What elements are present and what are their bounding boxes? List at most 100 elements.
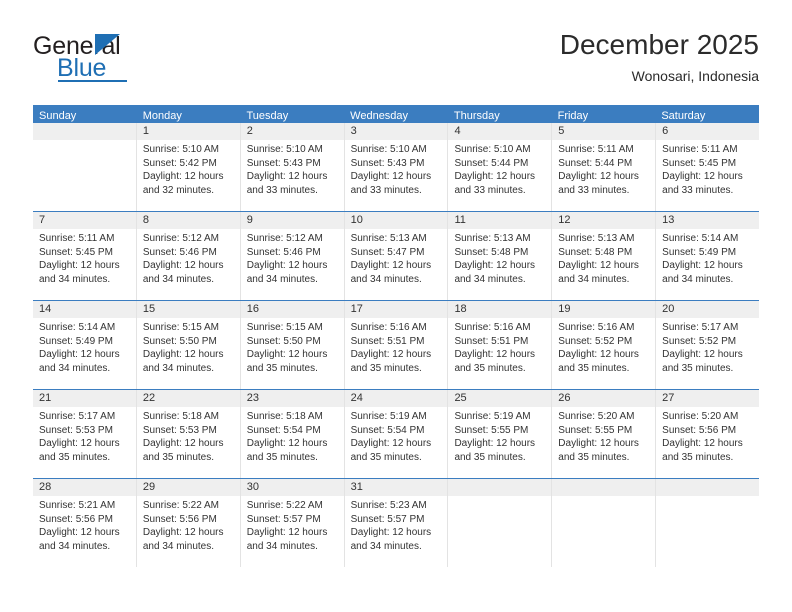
day-number: 15 <box>136 301 240 318</box>
day-daylight1-text: Daylight: 12 hours <box>662 349 743 360</box>
day-cell[interactable]: 1 Sunrise: 5:10 AM Sunset: 5:42 PM Daylight… <box>136 123 241 211</box>
day-number: 8 <box>136 212 240 229</box>
day-daylight1-text: Daylight: 12 hours <box>350 260 432 271</box>
day-cell[interactable]: 29 Sunrise: 5:22 AM Sunset: 5:56 PM Dayligh… <box>136 479 241 567</box>
day-details: Sunrise: 5:10 AM Sunset: 5:44 PM Daylight:… <box>448 140 551 197</box>
day-sunrise-text: Sunrise: 5:20 AM <box>558 411 635 422</box>
day-daylight1-text: Daylight: 12 hours <box>662 171 743 182</box>
day-details: Sunrise: 5:10 AM Sunset: 5:42 PM Daylight:… <box>137 140 240 197</box>
day-cell[interactable]: 26 Sunrise: 5:20 AM Sunset: 5:55 PM Dayligh… <box>552 390 657 478</box>
day-sunset-text: Sunset: 5:57 PM <box>246 513 321 525</box>
day-cell[interactable]: 20 Sunrise: 5:17 AM Sunset: 5:52 PM Dayligh… <box>656 301 760 389</box>
day-cell[interactable]: 16 Sunrise: 5:15 AM Sunset: 5:50 PM Dayligh… <box>240 301 345 389</box>
day-daylight2-text: and 35 minutes. <box>350 362 422 374</box>
day-daylight1-text: Daylight: 12 hours <box>246 438 328 449</box>
day-cell[interactable]: 10 Sunrise: 5:13 AM Sunset: 5:47 PM Dayligh… <box>344 212 449 300</box>
day-details: Sunrise: 5:12 AM Sunset: 5:46 PM Daylight:… <box>241 229 344 286</box>
day-daylight1-text: Daylight: 12 hours <box>558 260 639 271</box>
day-daylight2-text: and 34 minutes. <box>246 273 318 285</box>
day-details: Sunrise: 5:14 AM Sunset: 5:49 PM Daylight:… <box>33 318 136 375</box>
day-cell[interactable]: 23 Sunrise: 5:18 AM Sunset: 5:54 PM Dayligh… <box>240 390 345 478</box>
day-sunset-text: Sunset: 5:44 PM <box>454 157 529 169</box>
day-daylight1-text: Daylight: 12 hours <box>142 527 224 538</box>
day-sunset-text: Sunset: 5:56 PM <box>142 513 217 525</box>
weekday-header-sunday: Sunday <box>39 110 77 122</box>
day-cell[interactable]: 11 Sunrise: 5:13 AM Sunset: 5:48 PM Dayligh… <box>448 212 553 300</box>
day-cell[interactable]: 3 Sunrise: 5:10 AM Sunset: 5:43 PM Daylight… <box>344 123 449 211</box>
day-daylight2-text: and 35 minutes. <box>454 451 526 463</box>
day-number: 29 <box>136 479 240 496</box>
day-daylight2-text: and 35 minutes. <box>246 451 318 463</box>
day-number <box>33 123 136 140</box>
weekday-header-monday: Monday <box>142 110 182 122</box>
day-details: Sunrise: 5:22 AM Sunset: 5:57 PM Daylight:… <box>241 496 344 553</box>
day-number: 3 <box>344 123 448 140</box>
day-cell[interactable]: 12 Sunrise: 5:13 AM Sunset: 5:48 PM Dayligh… <box>552 212 657 300</box>
day-daylight1-text: Daylight: 12 hours <box>39 260 120 271</box>
logo-text-blue: Blue <box>57 54 107 82</box>
day-sunset-text: Sunset: 5:42 PM <box>142 157 217 169</box>
day-cell[interactable]: 9 Sunrise: 5:12 AM Sunset: 5:46 PM Daylight… <box>240 212 345 300</box>
general-blue-logo[interactable]: General Blue <box>33 32 213 88</box>
day-daylight1-text: Daylight: 12 hours <box>662 260 743 271</box>
day-number: 26 <box>552 390 656 407</box>
day-cell[interactable]: 22 Sunrise: 5:18 AM Sunset: 5:53 PM Dayligh… <box>136 390 241 478</box>
day-number: 14 <box>33 301 136 318</box>
day-cell[interactable]: 6 Sunrise: 5:11 AM Sunset: 5:45 PM Daylight… <box>656 123 760 211</box>
day-details: Sunrise: 5:19 AM Sunset: 5:54 PM Daylight:… <box>345 407 448 464</box>
title-block: December 2025 Wonosari, Indonesia <box>560 28 759 86</box>
day-sunrise-text: Sunrise: 5:20 AM <box>662 411 739 422</box>
day-cell[interactable]: 30 Sunrise: 5:22 AM Sunset: 5:57 PM Dayligh… <box>240 479 345 567</box>
day-details: Sunrise: 5:11 AM Sunset: 5:45 PM Daylight:… <box>33 229 136 286</box>
day-cell[interactable]: 2 Sunrise: 5:10 AM Sunset: 5:43 PM Daylight… <box>240 123 345 211</box>
day-cell[interactable]: 21 Sunrise: 5:17 AM Sunset: 5:53 PM Dayligh… <box>33 390 137 478</box>
day-daylight1-text: Daylight: 12 hours <box>454 438 536 449</box>
weekday-header-saturday: Saturday <box>661 110 706 122</box>
day-daylight2-text: and 34 minutes. <box>246 540 318 552</box>
day-cell[interactable]: 7 Sunrise: 5:11 AM Sunset: 5:45 PM Daylight… <box>33 212 137 300</box>
day-sunrise-text: Sunrise: 5:11 AM <box>662 144 738 155</box>
day-number: 24 <box>344 390 448 407</box>
day-sunset-text: Sunset: 5:45 PM <box>39 246 113 258</box>
day-daylight2-text: and 33 minutes. <box>662 184 734 196</box>
week-row: 7 Sunrise: 5:11 AM Sunset: 5:45 PM Daylight… <box>33 212 760 301</box>
week-row: 1 Sunrise: 5:10 AM Sunset: 5:42 PM Daylight… <box>33 123 760 212</box>
day-sunrise-text: Sunrise: 5:15 AM <box>246 322 323 333</box>
day-cell[interactable]: 25 Sunrise: 5:19 AM Sunset: 5:55 PM Dayligh… <box>448 390 553 478</box>
day-cell[interactable]: 5 Sunrise: 5:11 AM Sunset: 5:44 PM Daylight… <box>552 123 657 211</box>
triangle-icon <box>95 34 120 55</box>
day-sunrise-text: Sunrise: 5:22 AM <box>246 500 323 511</box>
day-sunrise-text: Sunrise: 5:10 AM <box>454 144 531 155</box>
day-number: 23 <box>240 390 344 407</box>
day-sunrise-text: Sunrise: 5:11 AM <box>39 233 115 244</box>
day-cell[interactable]: 19 Sunrise: 5:16 AM Sunset: 5:52 PM Dayligh… <box>552 301 657 389</box>
day-cell[interactable]: 31 Sunrise: 5:23 AM Sunset: 5:57 PM Dayligh… <box>344 479 449 567</box>
day-cell[interactable]: 27 Sunrise: 5:20 AM Sunset: 5:56 PM Dayligh… <box>656 390 760 478</box>
day-number: 31 <box>344 479 448 496</box>
day-daylight2-text: and 35 minutes. <box>246 362 318 374</box>
day-cell[interactable]: 14 Sunrise: 5:14 AM Sunset: 5:49 PM Dayligh… <box>33 301 137 389</box>
calendar-page: General Blue December 2025 Wonosari, Ind… <box>0 0 792 612</box>
day-sunrise-text: Sunrise: 5:15 AM <box>142 322 220 333</box>
day-sunset-text: Sunset: 5:50 PM <box>246 335 321 347</box>
day-number <box>448 479 552 496</box>
day-cell[interactable]: 15 Sunrise: 5:15 AM Sunset: 5:50 PM Dayligh… <box>136 301 241 389</box>
day-number: 19 <box>552 301 656 318</box>
day-cell[interactable]: 18 Sunrise: 5:16 AM Sunset: 5:51 PM Dayligh… <box>448 301 553 389</box>
day-cell[interactable]: 13 Sunrise: 5:14 AM Sunset: 5:49 PM Dayligh… <box>656 212 760 300</box>
week-row: 14 Sunrise: 5:14 AM Sunset: 5:49 PM Dayligh… <box>33 301 760 390</box>
day-daylight1-text: Daylight: 12 hours <box>142 171 224 182</box>
day-sunset-text: Sunset: 5:49 PM <box>39 335 113 347</box>
day-cell[interactable]: 17 Sunrise: 5:16 AM Sunset: 5:51 PM Dayligh… <box>344 301 449 389</box>
day-number: 6 <box>656 123 760 140</box>
day-daylight2-text: and 35 minutes. <box>558 362 630 374</box>
day-cell[interactable]: 24 Sunrise: 5:19 AM Sunset: 5:54 PM Dayligh… <box>344 390 449 478</box>
day-daylight2-text: and 33 minutes. <box>246 184 318 196</box>
day-cell[interactable]: 8 Sunrise: 5:12 AM Sunset: 5:46 PM Daylight… <box>136 212 241 300</box>
day-daylight1-text: Daylight: 12 hours <box>350 349 432 360</box>
day-sunset-text: Sunset: 5:48 PM <box>558 246 633 258</box>
day-cell[interactable]: 28 Sunrise: 5:21 AM Sunset: 5:56 PM Dayligh… <box>33 479 137 567</box>
day-cell[interactable]: 4 Sunrise: 5:10 AM Sunset: 5:44 PM Daylight… <box>448 123 553 211</box>
day-daylight2-text: and 35 minutes. <box>350 451 422 463</box>
day-daylight1-text: Daylight: 12 hours <box>246 527 328 538</box>
